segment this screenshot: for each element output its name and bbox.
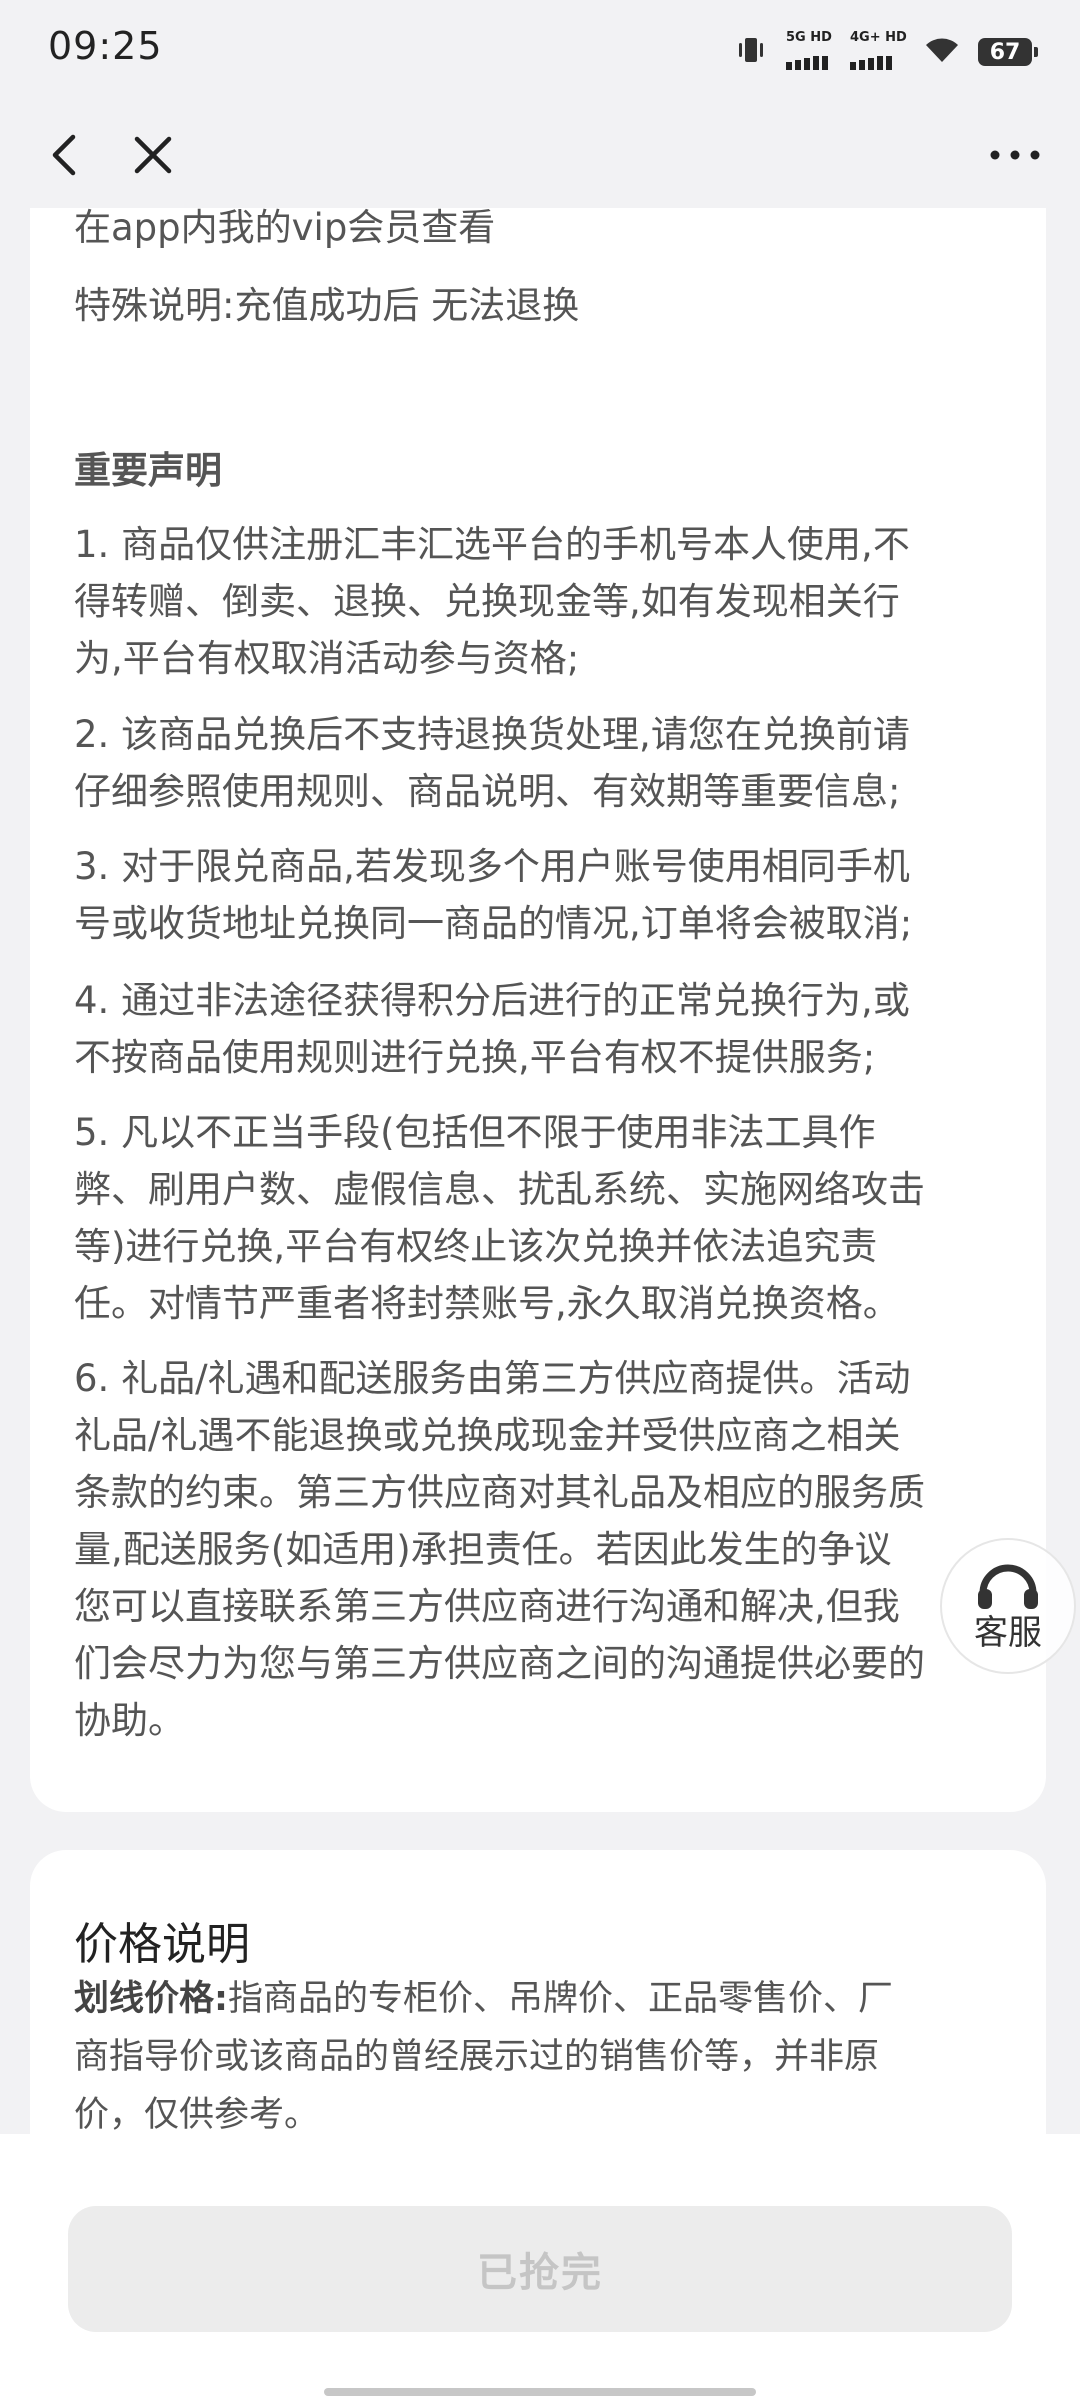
more-dots-icon xyxy=(990,150,1040,160)
statement-item-5: 5. 凡以不正当手段(包括但不限于使用非法工具作 弊、刷用户数、虚假信息、扰乱系… xyxy=(74,1111,925,1325)
back-button[interactable] xyxy=(30,120,100,190)
sold-out-button[interactable]: 已抢完 xyxy=(68,2206,1012,2332)
statement-item-6: 6. 礼品/礼遇和配送服务由第三方供应商提供。活动 礼品/礼遇不能退换或兑换成现… xyxy=(74,1357,925,1742)
close-button[interactable] xyxy=(118,120,188,190)
more-button[interactable] xyxy=(970,120,1060,190)
price-title: 价格说明 xyxy=(74,1919,250,1970)
status-time: 09:25 xyxy=(48,24,163,68)
wifi-icon xyxy=(924,35,960,69)
home-indicator[interactable] xyxy=(324,2388,756,2396)
special-note: 特殊说明:充值成功后 无法退换 xyxy=(74,284,580,327)
statement-item-2: 2. 该商品兑换后不支持退换货处理,请您在兑换前请 仔细参照使用规则、商品说明、… xyxy=(74,713,910,813)
battery-level: 67 xyxy=(989,39,1021,65)
chevron-left-icon xyxy=(52,134,76,176)
vibrate-icon xyxy=(734,33,768,71)
signal1-label: 5G HD xyxy=(786,30,832,45)
statement-item-1: 1. 商品仅供注册汇丰汇选平台的手机号本人使用,不 得转赠、倒卖、退换、兑换现金… xyxy=(74,523,910,680)
battery-icon: 67 xyxy=(978,38,1038,66)
status-icons: 5G HD 4G+ HD 67 xyxy=(734,30,1038,72)
price-description: 划线价格:指商品的专柜价、吊牌价、正品零售价、厂 商指导价或该商品的曾经展示过的… xyxy=(74,1979,894,2135)
nav-bar xyxy=(0,100,1080,208)
customer-service-label: 客服 xyxy=(974,1612,1042,1653)
signal-icon: 5G HD xyxy=(786,30,832,70)
status-bar: 09:25 5G HD 4G+ HD 67 xyxy=(0,0,1080,100)
customer-service-button[interactable]: 客服 xyxy=(940,1538,1076,1674)
headset-icon xyxy=(978,1564,1038,1609)
description-card: 在app内我的vip会员查看 特殊说明:充值成功后 无法退换 重要声明 1. 商… xyxy=(30,150,1046,1812)
vip-note: 在app内我的vip会员查看 xyxy=(74,206,496,249)
close-icon xyxy=(134,136,172,174)
statement-item-4: 4. 通过非法途径获得积分后进行的正常兑换行为,或 不按商品使用规则进行兑换,平… xyxy=(74,979,910,1079)
statement-item-3: 3. 对于限兑商品,若发现多个用户账号使用相同手机 号或收货地址兑换同一商品的情… xyxy=(74,845,913,945)
signal-icon: 4G+ HD xyxy=(850,30,907,70)
price-label: 划线价格: xyxy=(74,1979,228,2019)
important-heading: 重要声明 xyxy=(74,449,222,492)
price-card: 价格说明 划线价格:指商品的专柜价、吊牌价、正品零售价、厂 商指导价或该商品的曾… xyxy=(30,1850,1046,2150)
signal2-label: 4G+ HD xyxy=(850,30,907,45)
bottom-bar: 已抢完 xyxy=(0,2134,1080,2400)
